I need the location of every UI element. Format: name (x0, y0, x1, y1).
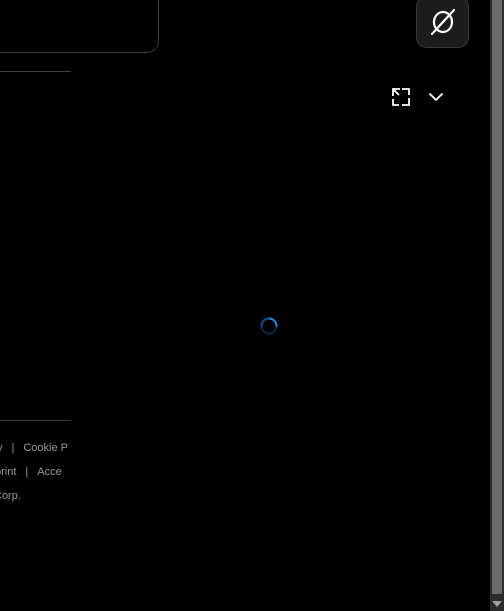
footer-link-imprint[interactable]: print (0, 466, 16, 478)
divider (0, 71, 71, 72)
footer-divider (0, 420, 71, 421)
vertical-scrollbar[interactable] (490, 0, 504, 611)
footer-separator: | (11, 442, 15, 454)
scrollbar-thumb[interactable] (492, 0, 502, 594)
footer-copyright: Corp. (0, 490, 21, 502)
footer-link-accessibility[interactable]: Acce (37, 466, 61, 478)
top-card (0, 0, 159, 53)
chevron-down-icon (429, 93, 443, 101)
footer-links-row-2: print | Acce (0, 465, 62, 479)
slashed-circle-logo-icon (430, 8, 455, 36)
expand-button[interactable] (390, 86, 412, 108)
loading-spinner (260, 317, 278, 335)
app-logo-button[interactable] (416, 0, 469, 48)
collapse-toggle-button[interactable] (425, 86, 447, 108)
footer-separator: | (25, 466, 29, 478)
footer-link-cookie-policy[interactable]: Cookie P (23, 442, 68, 454)
footer: y | Cookie P print | Acce Corp. (0, 432, 71, 522)
scroll-down-arrow-icon[interactable] (492, 601, 502, 607)
expand-icon (392, 88, 410, 106)
footer-link[interactable]: y (0, 442, 3, 454)
footer-links-row-1: y | Cookie P (0, 441, 68, 455)
page: g y|Cookie P print|Acce Cor (0, 0, 490, 611)
